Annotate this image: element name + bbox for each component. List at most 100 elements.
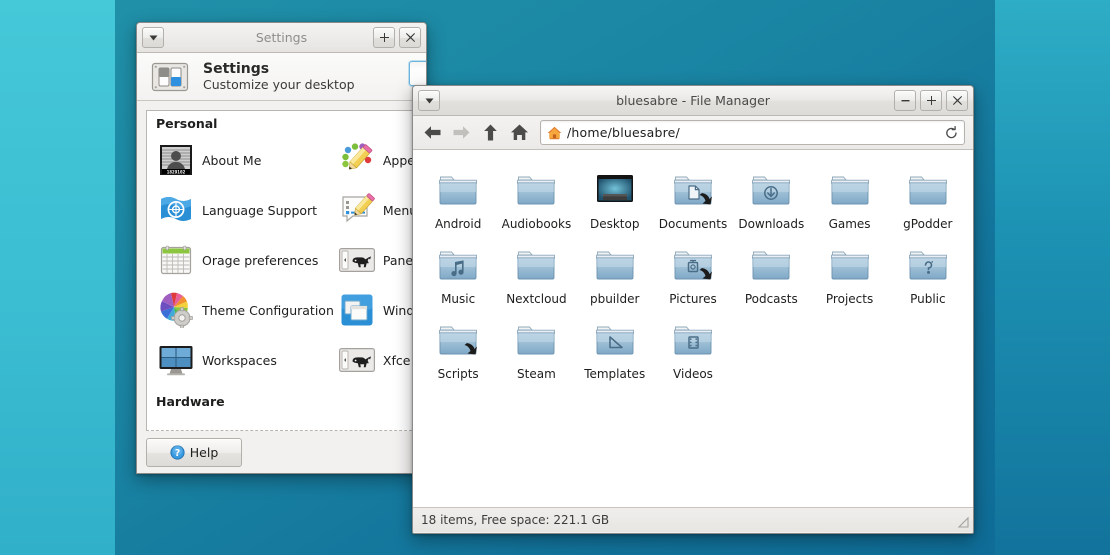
settings-item-xfce-panel-switch[interactable]: Xfce Panel Switch bbox=[334, 335, 417, 385]
file-item[interactable]: Podcasts bbox=[732, 235, 810, 310]
close-button[interactable] bbox=[946, 90, 968, 111]
file-item-label: Podcasts bbox=[745, 292, 798, 306]
file-item[interactable]: Android bbox=[419, 160, 497, 235]
help-button-label: Help bbox=[190, 445, 219, 460]
file-item[interactable]: Pictures bbox=[654, 235, 732, 310]
settings-category-list[interactable]: Personal bbox=[146, 110, 417, 431]
file-item[interactable]: Documents bbox=[654, 160, 732, 235]
close-icon bbox=[405, 32, 416, 43]
file-item[interactable]: Music bbox=[419, 235, 497, 310]
theme-configuration-icon bbox=[158, 292, 194, 328]
file-item[interactable]: Videos bbox=[654, 310, 732, 385]
file-item[interactable]: Steam bbox=[497, 310, 575, 385]
help-button[interactable]: ? Help bbox=[146, 438, 242, 467]
file-manager-toolbar: /home/bluesabre/ bbox=[413, 116, 973, 150]
file-item[interactable]: Public bbox=[889, 235, 967, 310]
folder-icon bbox=[826, 241, 874, 289]
chevron-down-icon bbox=[425, 98, 434, 104]
file-item[interactable]: Desktop bbox=[576, 160, 654, 235]
chevron-down-icon bbox=[149, 35, 158, 41]
file-item[interactable]: Audiobooks bbox=[497, 160, 575, 235]
file-item-label: Games bbox=[829, 217, 871, 231]
settings-item-theme-configuration[interactable]: Theme Configuration bbox=[153, 285, 334, 335]
file-item[interactable]: Games bbox=[810, 160, 888, 235]
settings-item-panel[interactable]: Panel bbox=[334, 235, 417, 285]
minimize-icon bbox=[900, 95, 911, 106]
file-list-view[interactable]: Android AudiobooksDesktop Documents Downloa… bbox=[413, 150, 973, 507]
settings-item-label: Language Support bbox=[202, 203, 317, 218]
window-menu-button[interactable] bbox=[142, 27, 164, 48]
desktop-folder-icon bbox=[591, 166, 639, 214]
file-grid: Android AudiobooksDesktop Documents Downloa… bbox=[419, 160, 967, 385]
file-item[interactable]: gPodder bbox=[889, 160, 967, 235]
folder-downloads-icon bbox=[747, 166, 795, 214]
file-manager-window-title: bluesabre - File Manager bbox=[413, 93, 973, 108]
settings-item-about-me[interactable]: 1829102 About Me bbox=[153, 135, 334, 185]
path-bar[interactable]: /home/bluesabre/ bbox=[540, 120, 965, 145]
settings-search-wrapper bbox=[409, 61, 427, 86]
search-input[interactable] bbox=[409, 61, 427, 86]
folder-videos-icon bbox=[669, 316, 717, 364]
help-circle-icon: ? bbox=[170, 445, 185, 460]
settings-item-label: Orage preferences bbox=[202, 253, 318, 268]
file-item-label: Nextcloud bbox=[506, 292, 566, 306]
settings-item-menu-editor[interactable]: Menu Editor bbox=[334, 185, 417, 235]
file-manager-titlebar[interactable]: bluesabre - File Manager bbox=[413, 86, 973, 116]
file-item[interactable]: Nextcloud bbox=[497, 235, 575, 310]
folder-icon bbox=[826, 166, 874, 214]
folder-pictures-icon bbox=[669, 241, 717, 289]
home-icon bbox=[510, 123, 529, 142]
file-item[interactable]: Templates bbox=[576, 310, 654, 385]
parent-folder-button[interactable] bbox=[479, 122, 501, 144]
window-menu-button[interactable] bbox=[418, 90, 440, 111]
folder-icon bbox=[512, 316, 560, 364]
forward-button[interactable] bbox=[450, 122, 472, 144]
folder-downloads-icon bbox=[747, 166, 795, 214]
maximize-button[interactable] bbox=[373, 27, 395, 48]
file-item[interactable]: Downloads bbox=[732, 160, 810, 235]
window-manager-icon bbox=[339, 292, 375, 328]
settings-window-controls bbox=[373, 27, 421, 48]
folder-icon bbox=[747, 241, 795, 289]
file-item-label: Documents bbox=[659, 217, 727, 231]
settings-window[interactable]: Settings bbox=[136, 22, 427, 474]
file-manager-window[interactable]: bluesabre - File Manager bbox=[412, 85, 974, 534]
settings-body: Personal bbox=[137, 101, 426, 431]
maximize-button[interactable] bbox=[920, 90, 942, 111]
resize-grip-icon[interactable] bbox=[957, 516, 969, 528]
folder-icon bbox=[512, 241, 560, 289]
file-item-label: Android bbox=[435, 217, 481, 231]
settings-item-label: Theme Configuration bbox=[202, 303, 334, 318]
arrow-right-icon bbox=[452, 124, 471, 141]
desktop: Settings bbox=[0, 0, 1110, 555]
desktop-wallpaper-right-band bbox=[995, 0, 1110, 555]
settings-item-orage-preferences[interactable]: Orage preferences bbox=[153, 235, 334, 285]
page-title: Settings bbox=[203, 61, 355, 77]
settings-titlebar[interactable]: Settings bbox=[137, 23, 426, 53]
settings-header-text: Settings Customize your desktop bbox=[203, 61, 355, 92]
settings-switches-icon bbox=[149, 56, 191, 98]
file-item[interactable]: Scripts bbox=[419, 310, 497, 385]
folder-icon bbox=[434, 166, 482, 214]
settings-item-window-manager[interactable]: Window Manager bbox=[334, 285, 417, 335]
home-button[interactable] bbox=[508, 122, 530, 144]
home-folder-icon bbox=[547, 126, 562, 140]
folder-icon bbox=[591, 241, 639, 289]
file-item-label: Pictures bbox=[669, 292, 717, 306]
settings-item-language-support[interactable]: Language Support bbox=[153, 185, 334, 235]
reload-icon[interactable] bbox=[945, 126, 958, 140]
menu-editor-icon bbox=[339, 192, 375, 228]
minimize-button[interactable] bbox=[894, 90, 916, 111]
settings-item-appearance[interactable]: Appearance bbox=[334, 135, 417, 185]
file-item[interactable]: Projects bbox=[810, 235, 888, 310]
panel-icon bbox=[339, 242, 375, 278]
settings-item-workspaces[interactable]: Workspaces bbox=[153, 335, 334, 385]
file-item[interactable]: pbuilder bbox=[576, 235, 654, 310]
close-button[interactable] bbox=[399, 27, 421, 48]
about-me-icon: 1829102 bbox=[158, 142, 194, 178]
back-button[interactable] bbox=[421, 122, 443, 144]
folder-templates-icon bbox=[591, 316, 639, 364]
folder-icon bbox=[434, 316, 482, 364]
folder-icon bbox=[434, 316, 482, 364]
folder-icon bbox=[747, 241, 795, 289]
